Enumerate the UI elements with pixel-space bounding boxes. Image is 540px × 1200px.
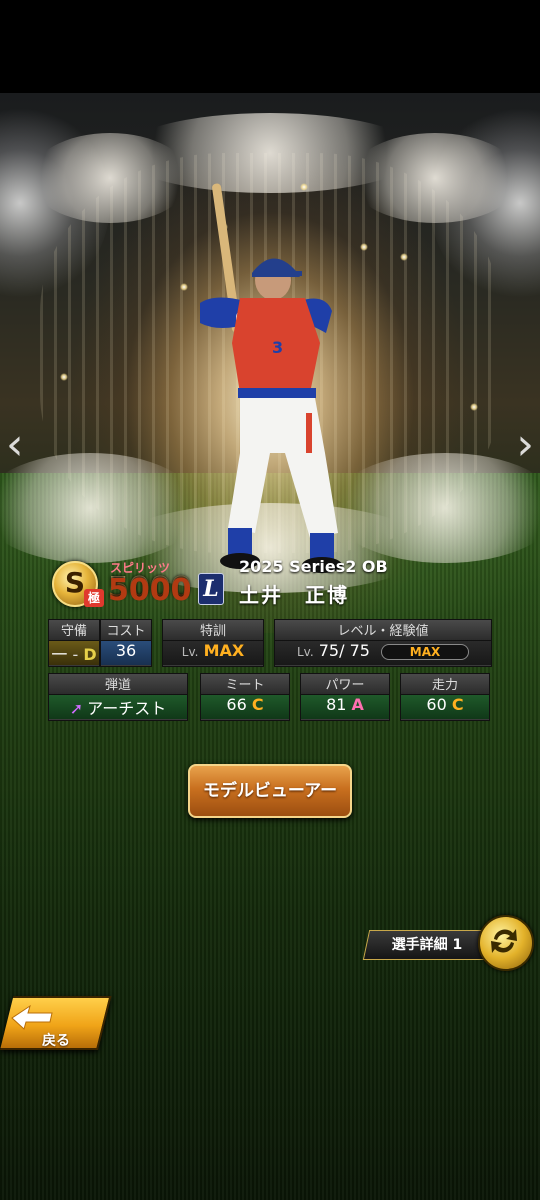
position-grade: D	[83, 645, 97, 664]
card-series: 2025 Series2 OB	[239, 557, 388, 576]
next-player-chevron-right-icon[interactable]: ›	[516, 423, 534, 467]
power-cell: パワー 81 A	[300, 673, 390, 721]
sparkle	[400, 253, 408, 261]
meet-grade: C	[251, 695, 264, 714]
trajectory-arrow-icon: ➚	[69, 699, 84, 718]
cost-value: 36	[101, 641, 151, 665]
player-detail-tab[interactable]: 選手詳細 1	[362, 930, 492, 960]
power-label: パワー	[301, 674, 389, 695]
training-value: Lv. MAX	[163, 641, 263, 665]
speed-value: 60 C	[401, 695, 489, 719]
speed-number: 60	[426, 695, 447, 714]
spirits-value: 5000	[108, 571, 192, 606]
training-label: 特訓	[163, 620, 263, 641]
level-lv: Lv.	[296, 645, 314, 659]
level-cell: レベル・経験値 Lv. 75/ 75 MAX	[274, 619, 492, 667]
speed-label: 走力	[401, 674, 489, 695]
speed-grade: C	[451, 695, 464, 714]
trajectory-value: ➚ アーチスト	[49, 695, 187, 719]
player-name: 土井 正博	[239, 583, 349, 607]
level-current: 75	[318, 641, 340, 660]
level-max: 75	[349, 641, 370, 660]
speed-cell: 走力 60 C	[400, 673, 490, 721]
level-value: Lv. 75/ 75 MAX	[275, 641, 491, 665]
rank-kanji-badge: 極	[84, 589, 104, 607]
training-lv: Lv.	[181, 645, 199, 659]
position-value: 一 - D	[49, 641, 99, 665]
back-label: 戻る	[42, 1033, 70, 1049]
cost-cell: コスト 36	[100, 619, 152, 667]
training-max: MAX	[203, 641, 245, 660]
position-label: 守備	[49, 620, 99, 641]
swap-arrows-glyph	[491, 929, 517, 953]
trajectory-name: アーチスト	[87, 699, 167, 718]
exp-bar: MAX	[381, 643, 470, 660]
meet-cell: ミート 66 C	[200, 673, 290, 721]
level-separator: /	[339, 641, 345, 660]
meet-number: 66	[226, 695, 247, 714]
sparkle	[470, 403, 478, 411]
swap-arrows-icon[interactable]	[478, 915, 534, 971]
training-cell: 特訓 Lv. MAX	[162, 619, 264, 667]
player-detail-label: 選手詳細 1	[391, 937, 463, 953]
power-number: 81	[326, 695, 347, 714]
player-header: S 極 スピリッツ 5000 L 2025 Series2 OB 土井 正博	[46, 555, 496, 611]
prev-player-chevron-left-icon[interactable]: ‹	[6, 423, 24, 467]
trajectory-label: 弾道	[49, 674, 187, 695]
position-name: 一	[51, 645, 68, 664]
meet-label: ミート	[201, 674, 289, 695]
cost-label: コスト	[101, 620, 151, 641]
position-cell: 守備 一 - D	[48, 619, 100, 667]
power-value: 81 A	[301, 695, 389, 719]
player-figure: 3	[200, 183, 342, 573]
back-arrow-icon	[11, 1004, 53, 1030]
trajectory-cell: 弾道 ➚ アーチスト	[48, 673, 188, 721]
meet-value: 66 C	[201, 695, 289, 719]
team-logo-icon: L	[198, 573, 224, 605]
svg-text:3: 3	[272, 338, 283, 357]
sparkle	[60, 373, 68, 381]
power-grade: A	[351, 695, 364, 714]
level-label: レベル・経験値	[275, 620, 491, 641]
model-viewer-button[interactable]: モデルビューアー	[188, 764, 352, 818]
